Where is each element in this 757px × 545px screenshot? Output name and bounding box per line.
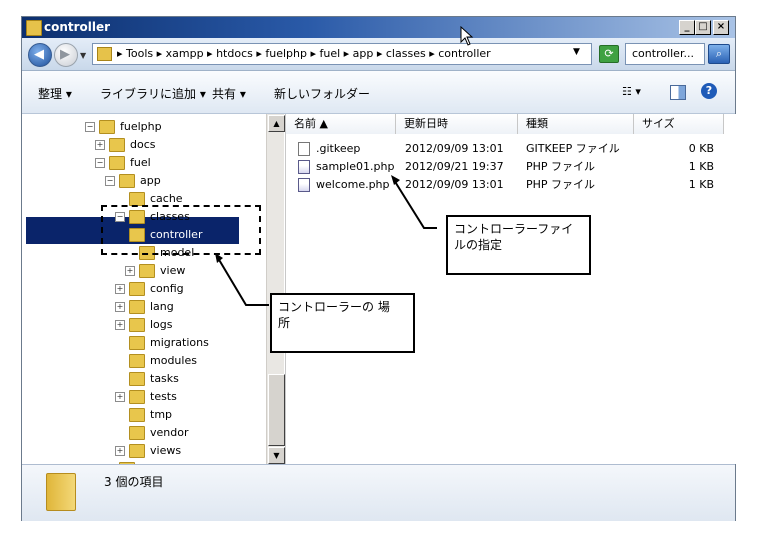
arrowhead <box>391 175 400 185</box>
arrow-to-file <box>393 179 437 229</box>
location-callout: コントローラーの 場 所 <box>270 293 415 353</box>
arrow-to-folder <box>217 257 269 306</box>
cursor-icon <box>460 26 474 46</box>
callout-arrows <box>215 175 437 306</box>
file-callout: コントローラーファイ ルの指定 <box>446 215 591 275</box>
